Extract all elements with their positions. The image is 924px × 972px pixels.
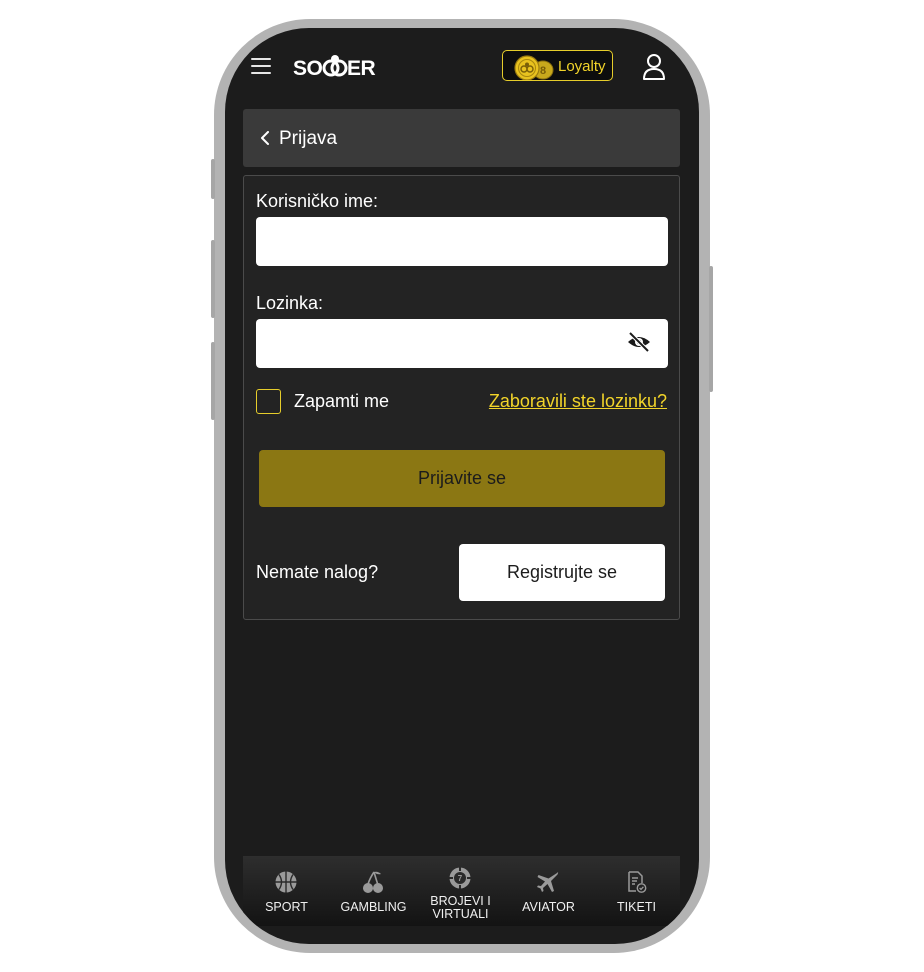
login-button[interactable]: Prijavite se (259, 450, 665, 507)
svg-text:7: 7 (458, 874, 463, 883)
password-input[interactable] (256, 319, 668, 368)
password-label: Lozinka: (256, 293, 324, 313)
nav-label-tiketi: TIKETI (617, 900, 656, 914)
svg-text:SO: SO (293, 57, 323, 80)
page-title-bar: Prijava (243, 109, 680, 167)
nav-item-sport[interactable]: SPORT (243, 856, 330, 926)
bottom-navigation: SPORT GAMBLING 7 BROJEVI I VIRTUALI AVIA… (243, 856, 680, 926)
page-title: Prijava (279, 128, 338, 149)
svg-text:ER: ER (347, 57, 376, 80)
basketball-icon (275, 871, 297, 893)
svg-text:8: 8 (540, 65, 546, 77)
coins-icon: 8 (514, 55, 554, 80)
register-button[interactable]: Registrujte se (459, 544, 665, 601)
phone-volume-up-button (211, 240, 215, 318)
nav-label-gambling: GAMBLING (340, 900, 407, 914)
nav-item-tiketi[interactable]: TIKETI (593, 856, 680, 926)
nav-item-aviator[interactable]: AVIATOR (505, 856, 592, 926)
airplane-icon (537, 872, 559, 892)
phone-screen: SO ER 8 Loyalty Prijava Korisničko ime: … (225, 28, 699, 944)
roulette-chip-icon: 7 (449, 867, 471, 889)
app-header: SO ER 8 Loyalty (225, 28, 699, 108)
phone-power-button (709, 266, 713, 392)
no-account-text: Nemate nalog? (256, 562, 379, 582)
nav-item-gambling[interactable]: GAMBLING (330, 856, 417, 926)
loyalty-label: Loyalty (558, 58, 606, 75)
forgot-password-link[interactable]: Zaboravili ste lozinku? (489, 391, 667, 412)
username-input[interactable] (256, 217, 668, 266)
remember-me-label[interactable]: Zapamti me (294, 391, 389, 412)
user-account-icon[interactable] (642, 53, 666, 81)
nav-label-virtuali: VIRTUALI (432, 907, 489, 921)
nav-item-brojevi-virtuali[interactable]: 7 BROJEVI I VIRTUALI (417, 856, 504, 926)
cherries-icon (363, 871, 383, 893)
eye-slash-icon[interactable] (627, 331, 651, 353)
loyalty-button[interactable]: 8 Loyalty (502, 50, 613, 81)
phone-volume-down-button (211, 342, 215, 420)
ticket-document-icon (628, 871, 647, 893)
username-label: Korisničko ime: (256, 191, 379, 211)
chevron-left-icon[interactable] (260, 131, 270, 145)
remember-me-checkbox[interactable] (256, 389, 281, 414)
nav-label-sport: SPORT (265, 900, 308, 914)
phone-mute-switch (211, 159, 215, 199)
nav-label-aviator: AVIATOR (522, 900, 575, 914)
hamburger-menu-icon[interactable] (251, 58, 271, 74)
login-form: Korisničko ime: Lozinka: Zapamti me Zabo… (243, 175, 680, 620)
soccer-logo[interactable]: SO ER (293, 54, 379, 80)
